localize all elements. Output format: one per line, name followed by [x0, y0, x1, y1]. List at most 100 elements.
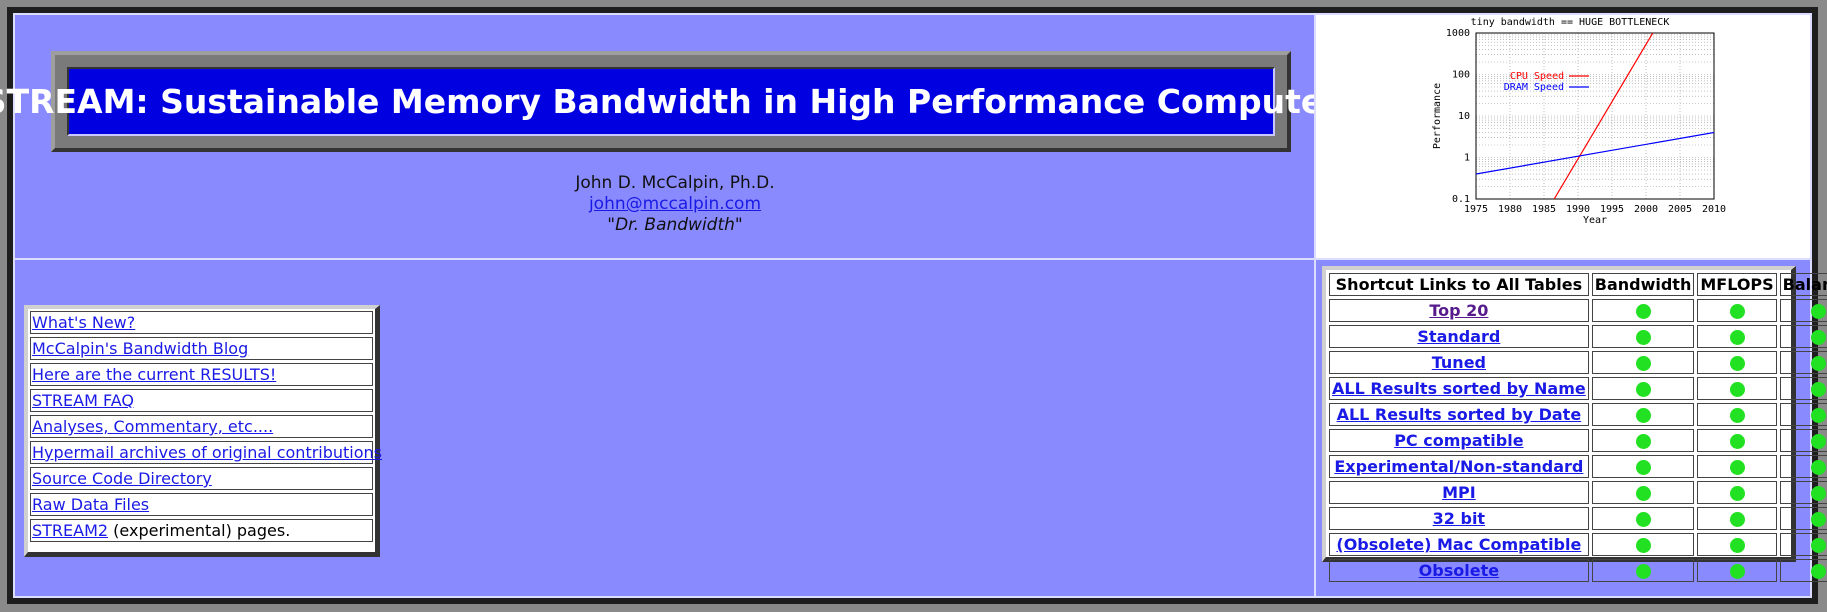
green-dot-icon[interactable] — [1810, 486, 1826, 501]
chart-title: tiny bandwidth == HUGE BOTTLENECK — [1471, 17, 1670, 28]
link-item: Source Code Directory — [30, 467, 373, 490]
legend-label: DRAM Speed — [1504, 82, 1564, 93]
link-item: What's New? — [30, 311, 373, 334]
table-link[interactable]: Obsolete — [1419, 561, 1499, 580]
table-link[interactable]: ALL Results sorted by Date — [1337, 405, 1582, 424]
green-dot-icon[interactable] — [1729, 486, 1745, 501]
table-link[interactable]: Experimental/Non-standard — [1334, 457, 1583, 476]
table-link[interactable]: (Obsolete) Mac Compatible — [1336, 535, 1581, 554]
green-dot-icon[interactable] — [1729, 434, 1745, 449]
page-title: STREAM: Sustainable Memory Bandwidth in … — [0, 82, 1360, 121]
green-dot-icon[interactable] — [1635, 382, 1651, 397]
x-tick-label: 2005 — [1668, 204, 1692, 215]
table-row: Top 20 — [1329, 299, 1827, 322]
title-banner: STREAM: Sustainable Memory Bandwidth in … — [0, 51, 1359, 152]
nav-link[interactable]: STREAM FAQ — [32, 391, 134, 410]
green-dot-icon[interactable] — [1635, 564, 1651, 579]
nav-link[interactable]: STREAM2 — [32, 521, 108, 540]
green-dot-icon[interactable] — [1635, 538, 1651, 553]
y-tick-label: 1 — [1464, 153, 1470, 164]
series-line — [1476, 131, 1714, 175]
green-dot-icon[interactable] — [1810, 408, 1826, 423]
green-dot-icon[interactable] — [1729, 382, 1745, 397]
green-dot-icon[interactable] — [1810, 564, 1826, 579]
green-dot-icon[interactable] — [1635, 330, 1651, 345]
green-dot-icon[interactable] — [1729, 356, 1745, 371]
table-header: Shortcut Links to All Tables — [1329, 273, 1589, 296]
table-header: Bandwidth — [1591, 273, 1695, 296]
plot-frame — [1475, 32, 1715, 200]
table-row: Standard — [1329, 325, 1827, 348]
bottleneck-chart: 1975 1980 1985 1990 1995 2000 2005 2010 0.1 1 10 10… — [1432, 17, 1726, 226]
green-dot-icon[interactable] — [1810, 330, 1826, 345]
green-dot-icon[interactable] — [1635, 486, 1651, 501]
links-menu: What's New? McCalpin's Bandwidth Blog Here… — [24, 305, 382, 557]
x-tick-label: 1990 — [1566, 204, 1590, 215]
nav-link[interactable]: Raw Data Files — [32, 495, 149, 514]
green-dot-icon[interactable] — [1635, 356, 1651, 371]
green-dot-icon[interactable] — [1635, 304, 1651, 319]
link-item: Raw Data Files — [30, 493, 373, 516]
table-row: (Obsolete) Mac Compatible — [1329, 533, 1827, 556]
table-link[interactable]: MPI — [1442, 483, 1476, 502]
table-row: Tuned — [1329, 351, 1827, 374]
green-dot-icon[interactable] — [1635, 512, 1651, 527]
author-block: John D. McCalpin, Ph.D. john@mccalpin.co… — [485, 173, 865, 236]
x-tick-label: 1995 — [1600, 204, 1624, 215]
green-dot-icon[interactable] — [1635, 460, 1651, 475]
table-link[interactable]: 32 bit — [1433, 509, 1485, 528]
table-row: Obsolete — [1329, 559, 1827, 582]
green-dot-icon[interactable] — [1810, 382, 1826, 397]
x-axis-label: Year — [1583, 215, 1607, 226]
nav-link[interactable]: Hypermail archives of original contribut… — [32, 443, 382, 462]
header-cell: STREAM: Sustainable Memory Bandwidth in … — [0, 13, 1359, 260]
green-dot-icon[interactable] — [1810, 512, 1826, 527]
table-header: Balance — [1779, 273, 1827, 296]
green-dot-icon[interactable] — [1729, 330, 1745, 345]
table-link[interactable]: Standard — [1417, 327, 1500, 346]
y-tick-label: 0.1 — [1452, 194, 1470, 205]
green-dot-icon[interactable] — [1810, 460, 1826, 475]
nav-link[interactable]: What's New? — [32, 313, 135, 332]
green-dot-icon[interactable] — [1729, 512, 1745, 527]
table-row: MPI — [1329, 481, 1827, 504]
green-dot-icon[interactable] — [1810, 356, 1826, 371]
x-tick-label: 2010 — [1702, 204, 1726, 215]
shortcut-cell: Shortcut Links to All Tables Bandwidth MFL… — [1314, 258, 1827, 598]
link-item: Hypermail archives of original contribut… — [30, 441, 382, 464]
table-row: ALL Results sorted by Date — [1329, 403, 1827, 426]
nav-link[interactable]: Here are the current RESULTS! — [32, 365, 276, 384]
author-nickname: "Dr. Bandwidth" — [607, 215, 743, 235]
green-dot-icon[interactable] — [1729, 408, 1745, 423]
link-item: STREAM FAQ — [30, 389, 373, 412]
green-dot-icon[interactable] — [1729, 538, 1745, 553]
green-dot-icon[interactable] — [1729, 304, 1745, 319]
y-axis-label: Performance — [1432, 83, 1443, 149]
green-dot-icon[interactable] — [1729, 460, 1745, 475]
link-item: STREAM2 (experimental) pages. — [30, 519, 373, 542]
y-tick-label: 100 — [1452, 70, 1470, 81]
link-item: Analyses, Commentary, etc.... — [30, 415, 373, 438]
shortcut-table: Shortcut Links to All Tables Bandwidth MFL… — [1326, 270, 1827, 585]
link-suffix: (experimental) pages. — [108, 521, 291, 540]
table-link[interactable]: Tuned — [1432, 353, 1486, 372]
green-dot-icon[interactable] — [1810, 304, 1826, 319]
green-dot-icon[interactable] — [1810, 434, 1826, 449]
green-dot-icon[interactable] — [1635, 434, 1651, 449]
x-tick-label: 1975 — [1464, 204, 1488, 215]
nav-link[interactable]: Analyses, Commentary, etc.... — [32, 417, 273, 436]
link-item: McCalpin's Bandwidth Blog — [30, 337, 373, 360]
nav-link[interactable]: Source Code Directory — [32, 469, 212, 488]
author-email-link[interactable]: john@mccalpin.com — [589, 194, 761, 214]
table-row: 32 bit — [1329, 507, 1827, 530]
nav-link[interactable]: McCalpin's Bandwidth Blog — [32, 339, 248, 358]
y-tick-label: 1000 — [1446, 28, 1470, 39]
table-link[interactable]: Top 20 — [1429, 301, 1488, 320]
green-dot-icon[interactable] — [1635, 408, 1651, 423]
green-dot-icon[interactable] — [1729, 564, 1745, 579]
green-dot-icon[interactable] — [1810, 538, 1826, 553]
table-link[interactable]: ALL Results sorted by Name — [1332, 379, 1586, 398]
y-tick-label: 10 — [1458, 111, 1470, 122]
table-link[interactable]: PC compatible — [1394, 431, 1523, 450]
page-frame: STREAM: Sustainable Memory Bandwidth in … — [0, 7, 1827, 604]
